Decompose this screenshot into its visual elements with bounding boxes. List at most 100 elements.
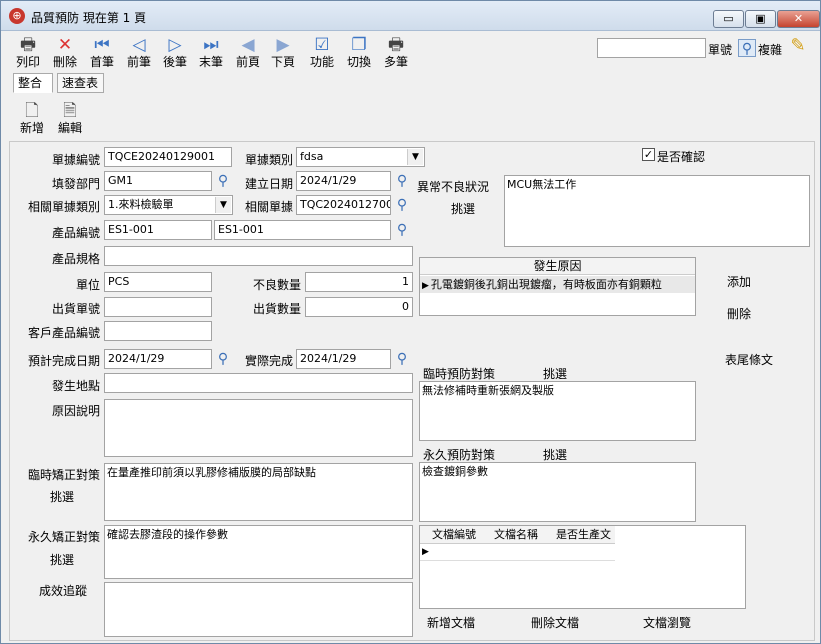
perm-prevent-textarea[interactable]: 檢查鍍銅參數 [419,462,696,522]
temp-fix-pick-button[interactable]: 挑選 [50,488,74,505]
switch-label: 切換 [346,55,371,69]
table-row[interactable]: ▶ [420,544,615,561]
rel-type-select[interactable]: 1.來料檢驗單 ▼ [104,195,233,215]
actual-search-icon[interactable]: ⚲ [393,350,411,368]
plan-date-search-icon[interactable]: ⚲ [214,350,232,368]
rel-type-label: 相關單據類別 [27,200,100,214]
temp-fix-textarea[interactable]: 在量產推印前須以乳膠修補版膜的局部缺點 [104,463,413,521]
prod-spec-field[interactable] [104,246,413,266]
multi-record-button[interactable]: 🖶 多筆 [377,33,415,73]
cust-prod-field[interactable] [104,321,212,341]
complex-search-icon[interactable]: ✎ [789,37,807,55]
add-button[interactable]: 🗋 新增 [13,99,51,139]
browse-doc-button[interactable]: 文檔瀏覽 [643,614,691,631]
first-label: 首筆 [89,55,114,69]
function-button[interactable]: ☑ 功能 [303,33,341,73]
footer-text-button[interactable]: 表尾條文 [725,351,773,368]
chevron-down-icon[interactable]: ▼ [215,197,231,213]
docs-grid: 文檔編號 文檔名稱 是否生產文 ▶ [419,525,746,609]
doc-no-field[interactable]: TQCE20240129001 [104,147,232,167]
doc-type-value: fdsa [300,150,324,163]
table-row[interactable]: ▶ 孔電鍍銅後孔銅出現鍍瘤，有時板面亦有銅顆粒 [420,276,695,293]
perm-fix-textarea[interactable]: 確認去膠渣段的操作參數 [104,525,413,579]
prod-no-label: 產品編號 [51,226,100,240]
prev-label: 前筆 [126,55,151,69]
add-doc-button[interactable]: 新增文檔 [427,614,475,631]
prod-search-icon[interactable]: ⚲ [393,221,411,239]
prev-page-label: 前頁 [235,55,260,69]
perm-prevent-label: 永久預防對策 [423,448,496,462]
cause-add-button[interactable]: 添加 [727,273,751,290]
actual-field[interactable]: 2024/1/29 [296,349,391,369]
printer-icon: 🖶 [19,35,37,55]
prev-record-button[interactable]: ◁ 前筆 [120,33,158,73]
defect-qty-label: 不良數量 [252,278,301,292]
col-doc-name[interactable]: 文檔名稱 [494,528,538,542]
prod-spec-label: 產品規格 [51,252,100,266]
reason-textarea[interactable] [104,399,413,457]
track-textarea[interactable] [104,582,413,637]
doc-type-label: 單據類別 [244,153,293,167]
perm-prevent-pick-button[interactable]: 挑選 [543,446,567,463]
doc-type-select[interactable]: fdsa ▼ [296,147,425,167]
next-record-button[interactable]: ▷ 後筆 [156,33,194,73]
created-search-icon[interactable]: ⚲ [393,172,411,190]
close-button[interactable]: ✕ [777,10,820,28]
unit-field[interactable]: PCS [104,272,212,292]
delete-label: 刪除 [52,55,77,69]
plan-date-field[interactable]: 2024/1/29 [104,349,212,369]
search-icon[interactable]: ⚲ [738,39,756,57]
delete-button[interactable]: ✕ 刪除 [46,33,84,73]
chevron-down-icon[interactable]: ▼ [407,149,423,165]
dept-field[interactable]: GM1 [104,171,212,191]
prod-name-field[interactable]: ES1-001 [214,220,391,240]
minimize-button[interactable]: ▭ [713,10,744,28]
new-doc-icon: 🗋 [25,101,39,121]
last-record-button[interactable]: ⏭ 末筆 [192,33,230,73]
col-doc-no[interactable]: 文檔編號 [432,528,476,542]
place-field[interactable] [104,373,413,393]
complex-label: 複雜 [758,43,783,57]
cust-prod-label: 客戶產品編號 [27,326,100,340]
track-label: 成效追蹤 [38,584,87,598]
created-field[interactable]: 2024/1/29 [296,171,391,191]
abnormal-textarea[interactable]: MCU無法工作 [504,175,810,247]
temp-prevent-pick-button[interactable]: 挑選 [543,365,567,382]
dept-search-icon[interactable]: ⚲ [214,172,232,190]
search-input[interactable] [597,38,706,58]
temp-fix-label: 臨時矯正對策 [27,468,100,482]
edit-doc-icon: 🗎 [63,101,77,121]
delete-doc-button[interactable]: 刪除文檔 [531,614,579,631]
temp-prevent-label: 臨時預防對策 [423,367,496,381]
ship-no-label: 出貨單號 [51,302,100,316]
cause-delete-button[interactable]: 刪除 [727,305,751,322]
rel-doc-field[interactable]: TQC20240127005 [296,195,391,215]
ship-no-field[interactable] [104,297,212,317]
tab-integrated[interactable]: 整合 [13,73,53,93]
ship-qty-field[interactable]: 0 [305,297,413,317]
confirmed-checkbox[interactable]: ✓ [642,148,655,161]
rel-doc-search-icon[interactable]: ⚲ [393,196,411,214]
temp-prevent-textarea[interactable]: 無法修補時重新張網及製版 [419,381,696,441]
perm-fix-pick-button[interactable]: 挑選 [50,551,74,568]
plan-date-label: 預計完成日期 [27,354,100,368]
function-icon: ☑ [314,35,330,55]
row-pointer-icon: ▶ [422,281,429,291]
perm-fix-label: 永久矯正對策 [27,530,100,544]
switch-button[interactable]: ❐ 切換 [340,33,378,73]
first-record-button[interactable]: ⏮ 首筆 [83,33,121,73]
print-button[interactable]: 🖶 列印 [9,33,47,73]
edit-button[interactable]: 🗎 編輯 [51,99,89,139]
abnormal-label: 異常不良狀況 [417,180,490,194]
prev-page-button[interactable]: ◀ 前頁 [229,33,267,73]
col-is-production[interactable]: 是否生產文 [556,528,611,542]
next-page-button[interactable]: ▶ 下頁 [264,33,302,73]
first-icon: ⏮ [94,35,110,55]
maximize-button[interactable]: ▣ [745,10,776,28]
prod-no-field[interactable]: ES1-001 [104,220,212,240]
tab-quick-table[interactable]: 速查表 [57,73,104,93]
title-bar: ⊕ 品質預防 現在第 1 頁 ▭ ▣ ✕ [1,1,820,31]
rel-doc-label: 相關單據 [244,200,293,214]
defect-qty-field[interactable]: 1 [305,272,413,292]
abnormal-pick-button[interactable]: 挑選 [451,200,475,217]
